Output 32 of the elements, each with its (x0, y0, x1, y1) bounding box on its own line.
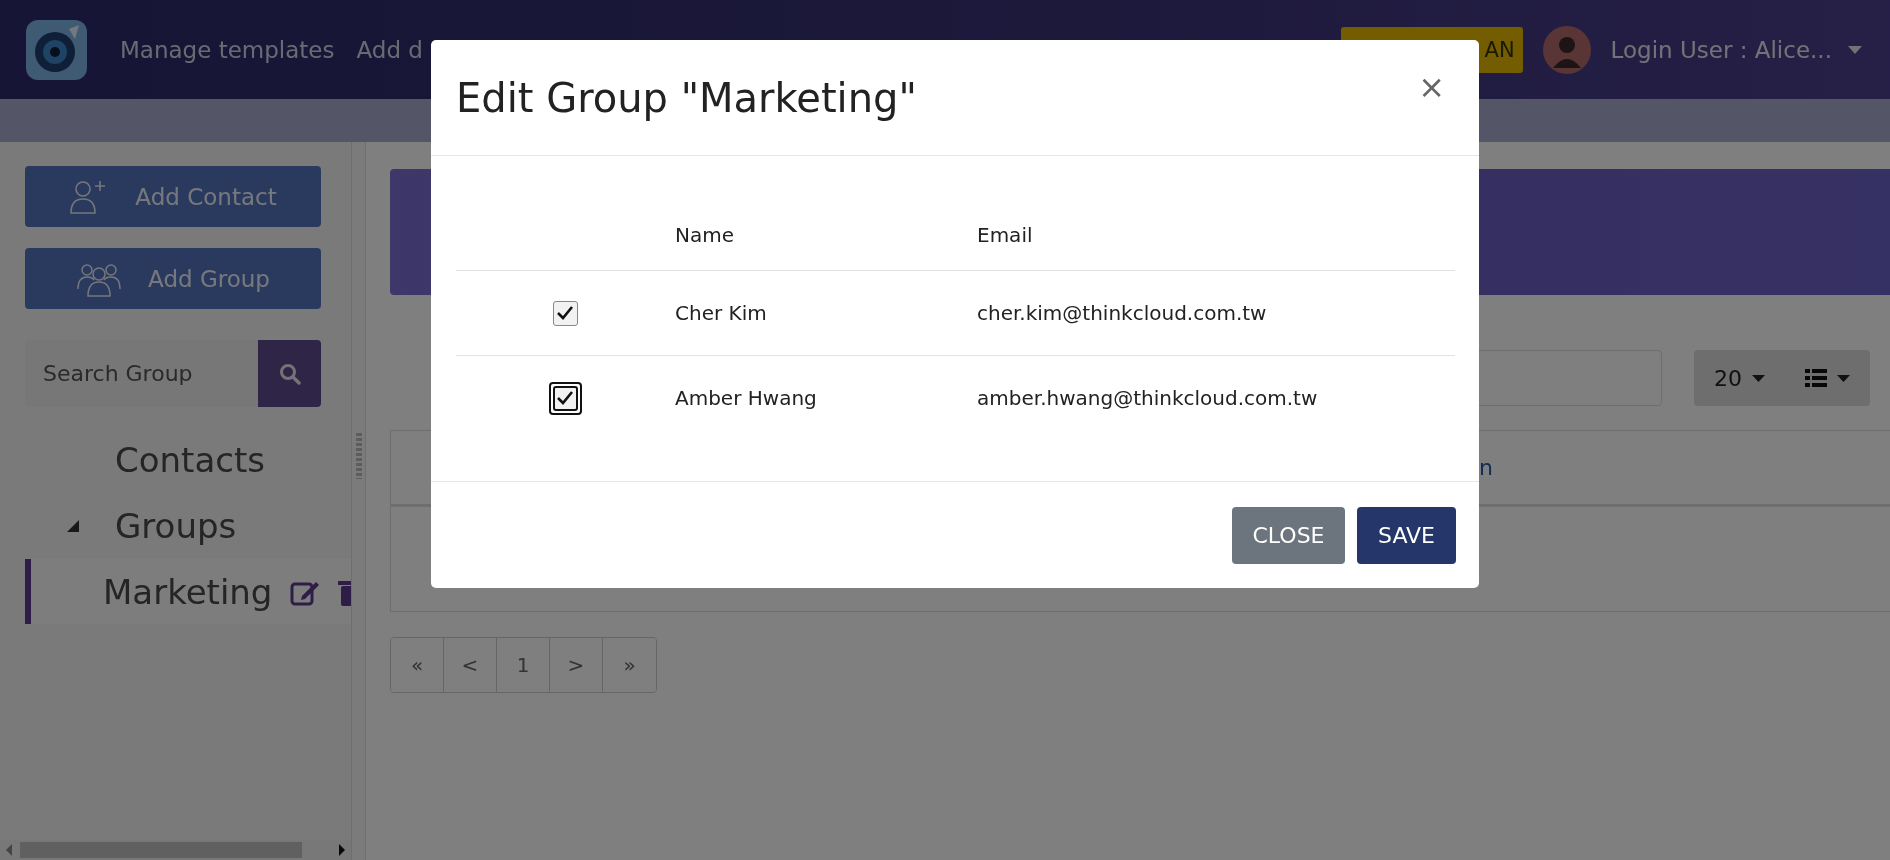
close-button[interactable]: × (1414, 67, 1449, 106)
list-icon (1805, 369, 1827, 387)
caret-icon (1848, 45, 1862, 54)
nav-link[interactable]: Manage templates (120, 36, 335, 63)
add-group-button[interactable]: Add Group (25, 248, 321, 309)
check-icon (556, 390, 574, 406)
dialog-title: Edit Group "Marketing" (456, 74, 917, 121)
table-cell: Amber Hwang (675, 386, 817, 410)
check-icon (556, 305, 574, 321)
nav-link[interactable]: Add d (356, 36, 423, 63)
page-size-dropdown[interactable]: 20 (1694, 350, 1785, 406)
user-menu[interactable]: Login User : Alice... (1610, 36, 1862, 63)
add-contact-button[interactable]: Add Contact (25, 166, 321, 227)
save-button[interactable]: SAVE (1357, 506, 1456, 564)
logo-icon[interactable] (25, 18, 88, 81)
search-icon (278, 362, 301, 385)
close-button[interactable]: CLOSE (1232, 506, 1345, 564)
column-header: Name (675, 223, 734, 247)
page-link[interactable]: « (391, 638, 444, 692)
table-cell: cher.kim@thinkcloud.com.tw (977, 301, 1267, 325)
tree-item[interactable]: Marketing (25, 559, 351, 624)
tree-item[interactable]: Groups (25, 493, 351, 559)
search-button[interactable] (258, 340, 321, 407)
caret-icon (1837, 374, 1850, 382)
collapse-icon[interactable] (67, 520, 79, 532)
tree-item[interactable]: Contacts (25, 427, 351, 493)
table-cell: Cher Kim (675, 301, 767, 325)
caret-icon (1752, 374, 1765, 382)
column-header[interactable]: n (1479, 455, 1493, 480)
table-cell: amber.hwang@thinkcloud.com.tw (977, 386, 1318, 410)
checkbox[interactable] (552, 300, 578, 326)
column-header: Email (977, 223, 1033, 247)
